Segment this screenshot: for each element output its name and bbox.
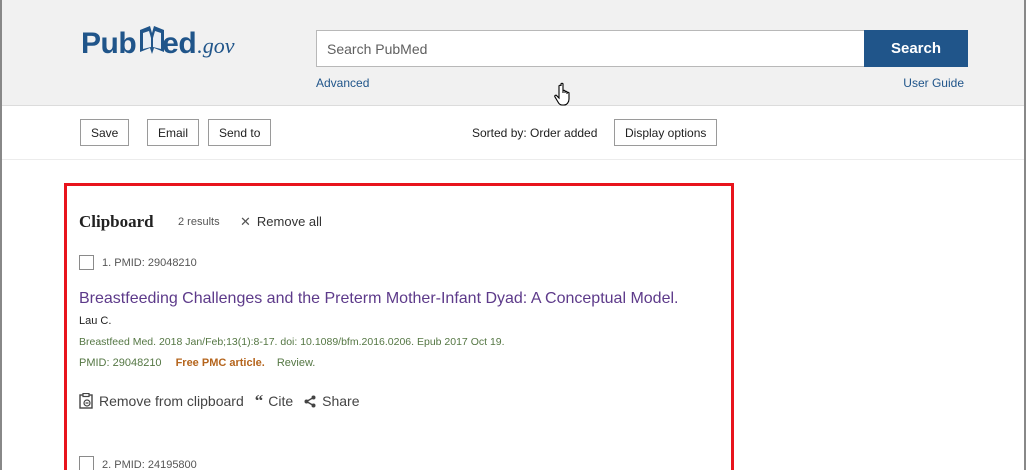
- remove-from-clipboard-button[interactable]: Remove from clipboard: [79, 393, 244, 409]
- search-input[interactable]: [316, 30, 864, 67]
- remove-all-button[interactable]: ✕ Remove all: [240, 214, 322, 230]
- logo-pub: Pub: [81, 27, 137, 60]
- result-2-number: 2. PMID: 24195800: [102, 459, 197, 470]
- result-1-authors: Lau C.: [79, 315, 112, 327]
- clipboard-title: Clipboard: [79, 212, 154, 231]
- remove-from-clipboard-label: Remove from clipboard: [99, 393, 244, 409]
- user-guide-link[interactable]: User Guide: [903, 76, 964, 90]
- result-1-actions: Remove from clipboard “ Cite Share: [79, 391, 371, 410]
- share-button[interactable]: Share: [304, 393, 360, 409]
- remove-all-label: Remove all: [256, 214, 322, 229]
- result-1-checkbox[interactable]: [79, 255, 94, 270]
- share-label: Share: [322, 393, 360, 409]
- clipboard-remove-icon: [79, 393, 93, 409]
- share-icon: [304, 395, 316, 407]
- logo-gov: .gov: [197, 33, 235, 58]
- site-header: Pubed.gov Search Advanced User Guide: [2, 0, 1024, 106]
- result-1-number: 1. PMID: 29048210: [102, 257, 197, 269]
- cite-button[interactable]: “ Cite: [254, 391, 294, 410]
- save-button[interactable]: Save: [80, 119, 130, 146]
- result-2-checkbox[interactable]: [79, 456, 94, 470]
- display-options-button[interactable]: Display options: [614, 119, 718, 146]
- pubmed-logo[interactable]: Pub ed.gov: [81, 24, 234, 66]
- hand-pointer-icon: [554, 82, 570, 106]
- email-button[interactable]: Email: [147, 119, 200, 146]
- quote-icon: “: [254, 391, 264, 410]
- book-m-icon: [138, 24, 165, 54]
- article-type: Review.: [276, 357, 316, 369]
- free-pmc-badge: Free PMC article.: [175, 357, 265, 369]
- search-button[interactable]: Search: [864, 30, 968, 67]
- logo-ed: ed: [162, 27, 197, 60]
- result-1-meta: PMID: 29048210 Free PMC article. Review.: [79, 357, 315, 369]
- result-1-pmid: PMID: 29048210: [79, 357, 162, 369]
- result-1-citation: Breastfeed Med. 2018 Jan/Feb;13(1):8-17.…: [79, 336, 505, 348]
- result-1-title-link[interactable]: Breastfeeding Challenges and the Preterm…: [79, 290, 678, 308]
- result-count: 2 results: [178, 216, 220, 228]
- sort-order-label: Sorted by: Order added: [472, 126, 598, 140]
- close-icon: ✕: [240, 214, 251, 229]
- advanced-search-link[interactable]: Advanced: [316, 76, 369, 90]
- clipboard-panel: Clipboard 2 results ✕ Remove all 1. PMID:…: [64, 183, 734, 470]
- cite-label: Cite: [268, 393, 294, 409]
- results-toolbar: Save Email Send to Sorted by: Order adde…: [2, 106, 1024, 160]
- send-to-button[interactable]: Send to: [208, 119, 272, 146]
